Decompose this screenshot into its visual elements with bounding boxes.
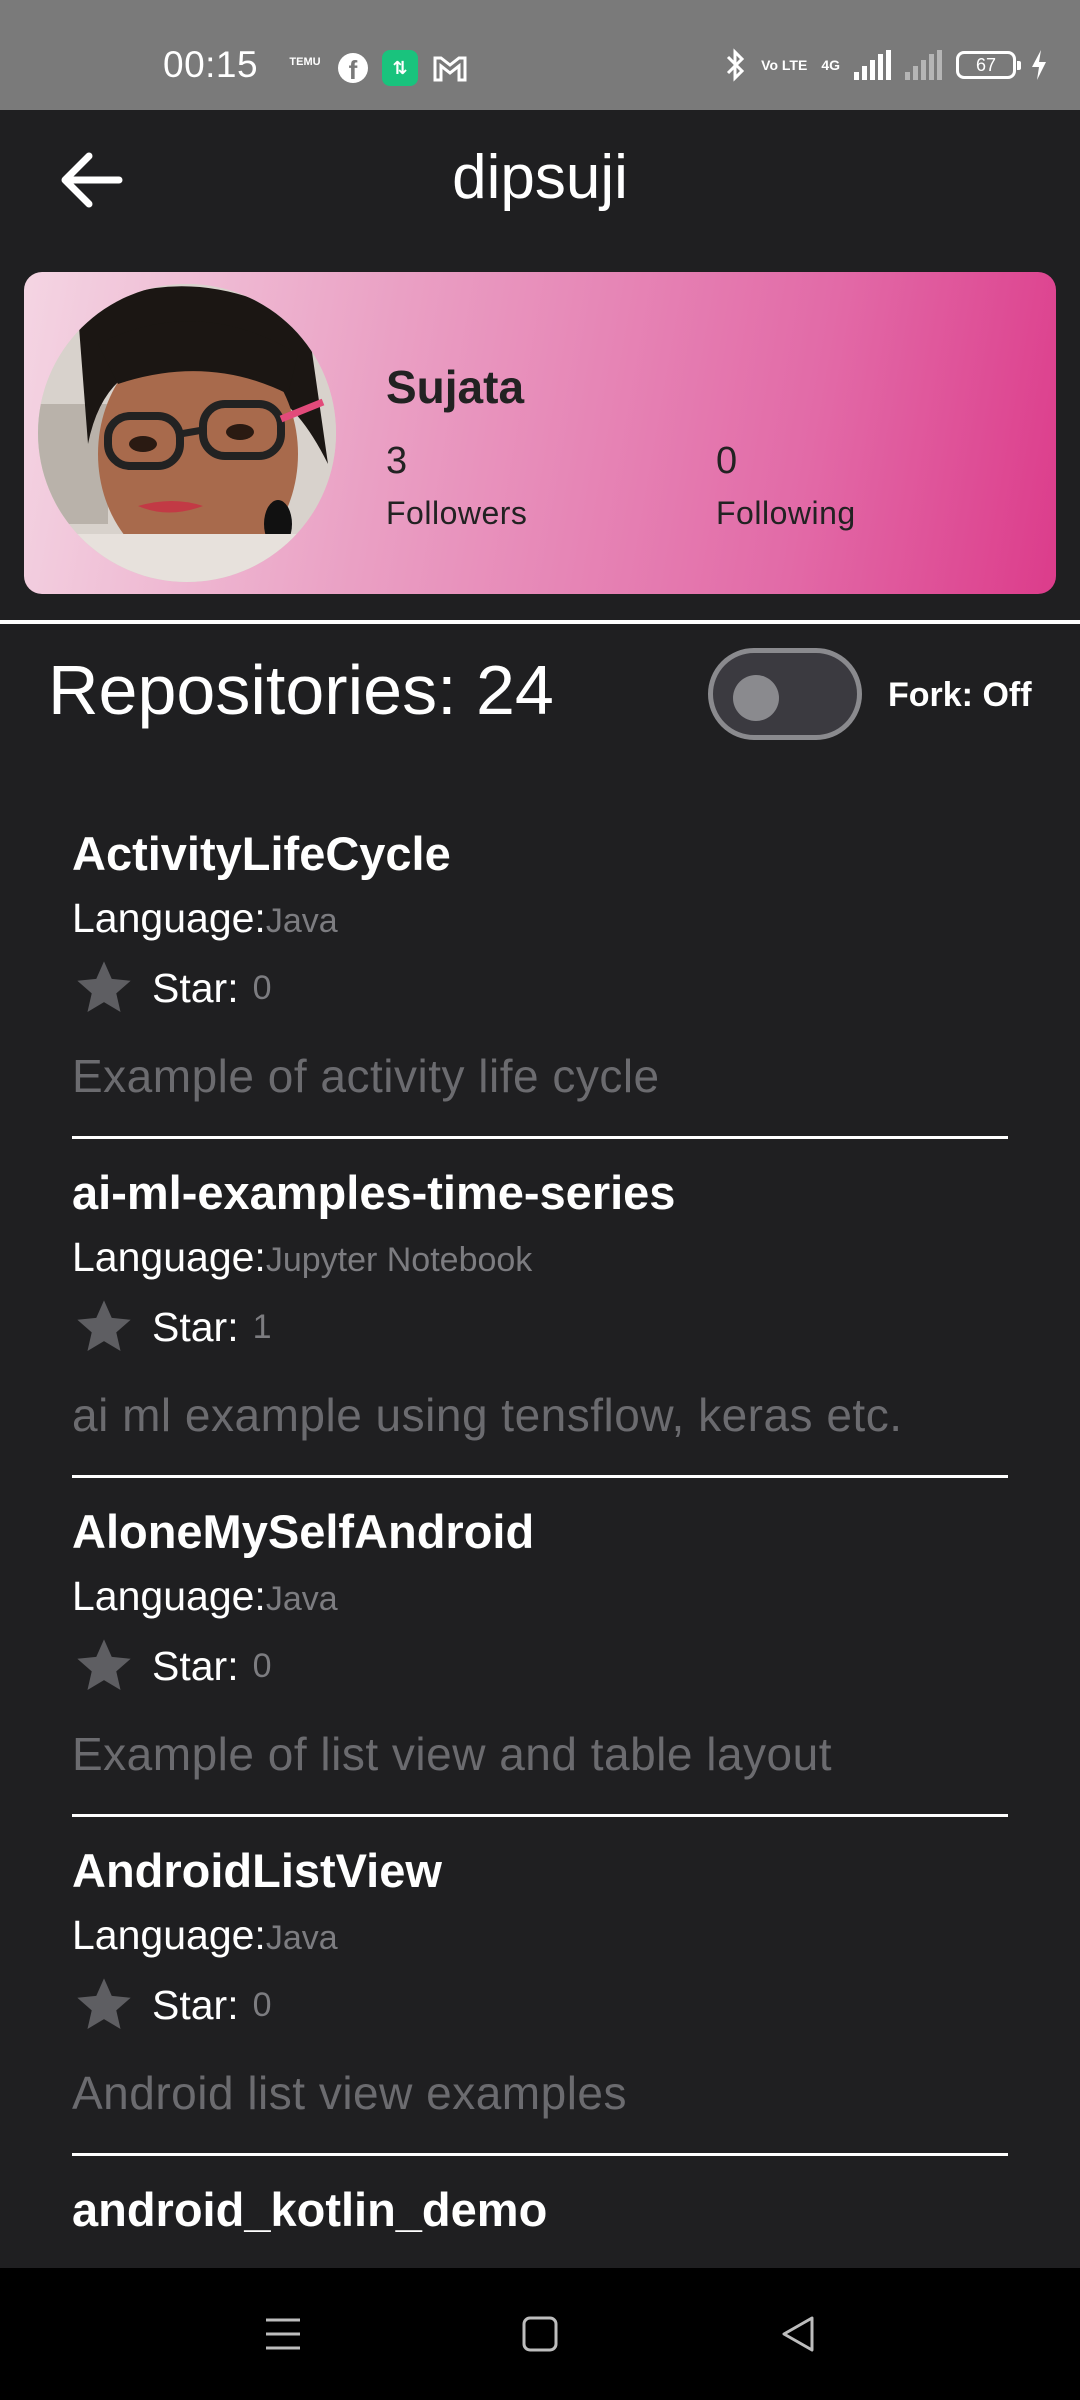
star-label: Star:	[152, 964, 239, 1011]
battery-icon: 67	[956, 51, 1021, 79]
triangle-back-icon	[782, 2316, 814, 2352]
repo-name: AloneMySelfAndroid	[72, 1505, 535, 1558]
star-icon	[77, 1978, 131, 2029]
followers-label: Followers	[386, 495, 528, 531]
star-label: Star:	[152, 1303, 239, 1350]
repo-name: ActivityLifeCycle	[72, 827, 451, 880]
repo-star-row: Star: 1	[72, 1295, 1008, 1359]
profile-card: Sujata 3 Followers 0 Following	[24, 272, 1056, 594]
system-icons: Vo LTE 4G 67	[725, 48, 1048, 82]
star-icon	[77, 1639, 131, 1690]
network-type-icon: 4G	[821, 57, 840, 73]
repo-star-row: Star: 0	[72, 956, 1008, 1020]
home-button[interactable]	[512, 2306, 568, 2362]
following-stat[interactable]: 0 Following	[716, 440, 856, 532]
fork-toggle[interactable]	[708, 648, 862, 740]
repo-item[interactable]: ActivityLifeCycle Language:Java Star: 0 …	[72, 800, 1008, 1139]
fork-toggle-label: Fork: Off	[888, 676, 1032, 714]
repo-star-row: Star: 0	[72, 1634, 1008, 1698]
star-label: Star:	[152, 1981, 239, 2028]
signal-icon-sim1	[854, 50, 891, 80]
following-count: 0	[716, 440, 738, 482]
language-label: Language:	[72, 1234, 266, 1280]
repo-star-count: 0	[252, 968, 272, 1007]
repo-star-count: 1	[252, 1307, 272, 1346]
recent-apps-button[interactable]	[255, 2306, 311, 2362]
star-icon	[77, 961, 131, 1012]
repo-language: Jupyter Notebook	[265, 1241, 533, 1279]
status-bar: 00:15 TEMU f ⇅ Vo LTE 4G 67	[0, 0, 1080, 110]
gmail-icon	[433, 56, 467, 82]
repo-item[interactable]: android_kotlin_demo	[72, 2156, 1008, 2237]
repo-language: Java	[265, 1919, 338, 1957]
notification-icons: TEMU f ⇅	[286, 50, 468, 86]
repo-language-row: Language:Jupyter Notebook	[72, 1234, 1008, 1281]
repo-name: AndroidListView	[72, 1844, 442, 1897]
star-label: Star:	[152, 1642, 239, 1689]
page-title: dipsuji	[452, 143, 628, 212]
back-nav-button[interactable]	[770, 2306, 826, 2362]
repo-language-row: Language:Java	[72, 1912, 1008, 1959]
language-label: Language:	[72, 1912, 266, 1958]
repo-description: Android list view examples	[72, 2067, 628, 2119]
data-transfer-icon: ⇅	[382, 50, 418, 86]
repo-language: Java	[265, 902, 338, 940]
repo-language-row: Language:Java	[72, 1573, 1008, 1620]
repository-list[interactable]: ActivityLifeCycle Language:Java Star: 0 …	[0, 800, 1080, 2268]
avatar	[38, 284, 336, 582]
repo-item[interactable]: ai-ml-examples-time-series Language:Jupy…	[72, 1139, 1008, 1478]
status-time: 00:15	[163, 44, 259, 85]
following-label: Following	[716, 495, 856, 531]
menu-icon	[266, 2318, 300, 2350]
repo-item[interactable]: AndroidListView Language:Java Star: 0 An…	[72, 1817, 1008, 2156]
repo-star-row: Star: 0	[72, 1973, 1008, 2037]
charging-icon	[1032, 50, 1046, 80]
square-icon	[522, 2316, 558, 2352]
profile-name: Sujata	[386, 361, 525, 413]
system-navigation-bar	[0, 2268, 1080, 2400]
repo-name: ai-ml-examples-time-series	[72, 1166, 676, 1219]
volte-icon: Vo LTE	[761, 57, 808, 73]
repo-description: ai ml example using tensflow, keras etc.	[72, 1389, 903, 1441]
followers-count: 3	[386, 440, 408, 482]
temu-icon: TEMU	[289, 56, 321, 68]
followers-stat[interactable]: 3 Followers	[386, 440, 527, 532]
repo-item[interactable]: AloneMySelfAndroid Language:Java Star: 0…	[72, 1478, 1008, 1817]
repo-name: android_kotlin_demo	[72, 2183, 548, 2236]
repo-language: Java	[265, 1580, 338, 1618]
repo-description: Example of list view and table layout	[72, 1728, 833, 1780]
toggle-knob	[733, 675, 779, 721]
app-bar: dipsuji	[0, 110, 1080, 250]
signal-icon-sim2	[905, 50, 942, 80]
language-label: Language:	[72, 895, 266, 941]
bluetooth-icon	[727, 48, 745, 82]
repo-star-count: 0	[252, 1985, 272, 2024]
repo-language-row: Language:Java	[72, 895, 1008, 942]
repo-description: Example of activity life cycle	[72, 1050, 660, 1102]
language-label: Language:	[72, 1573, 266, 1619]
repositories-count-title: Repositories: 24	[48, 651, 554, 729]
avatar-image	[38, 284, 336, 582]
star-icon	[77, 1300, 131, 1351]
section-divider	[0, 620, 1080, 624]
repo-star-count: 0	[252, 1646, 272, 1685]
facebook-icon: f	[338, 53, 368, 85]
